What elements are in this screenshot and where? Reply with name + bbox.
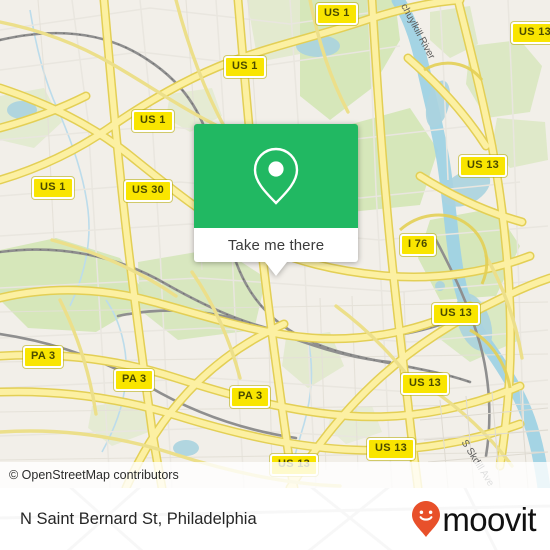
highway-shield: US 1	[224, 56, 266, 78]
map-viewport[interactable]: US 1 US 13 US 1 US 1 US 13 US 1 US 30 I 76 US 13…	[0, 0, 550, 488]
callout-action[interactable]: Take me there	[194, 228, 358, 262]
highway-shield: PA 3	[230, 386, 271, 408]
highway-shield: US 13	[401, 373, 450, 395]
map-pin-icon	[253, 147, 299, 205]
moovit-wordmark: moovit	[442, 500, 536, 538]
footer-bar: N Saint Bernard St, Philadelphia moovit	[0, 488, 550, 550]
highway-shield: US 13	[367, 438, 416, 460]
highway-shield: PA 3	[114, 369, 155, 391]
highway-shield: US 1	[32, 177, 74, 199]
location-callout[interactable]: Take me there	[194, 124, 358, 276]
highway-shield: US 1	[316, 3, 358, 25]
osm-attribution-text[interactable]: © OpenStreetMap contributors	[9, 468, 179, 482]
highway-shield: US 13	[432, 303, 481, 325]
moovit-smiley-pin-icon	[412, 501, 441, 537]
place-name: N Saint Bernard St, Philadelphia	[20, 509, 257, 528]
highway-shield: US 13	[511, 22, 550, 44]
highway-shield: PA 3	[23, 346, 64, 368]
highway-shield: US 30	[124, 180, 173, 202]
highway-shield: US 13	[459, 155, 508, 177]
highway-shield: US 1	[132, 110, 174, 132]
moovit-logo[interactable]: moovit	[411, 500, 537, 538]
map-attribution-bar: © OpenStreetMap contributors	[0, 462, 550, 488]
callout-tail	[265, 262, 287, 276]
take-me-there-label: Take me there	[227, 236, 325, 254]
highway-shield: I 76	[400, 234, 436, 256]
map-screenshot: US 1 US 13 US 1 US 1 US 13 US 1 US 30 I 76 US 13…	[0, 0, 550, 550]
callout-icon-area	[194, 124, 358, 228]
